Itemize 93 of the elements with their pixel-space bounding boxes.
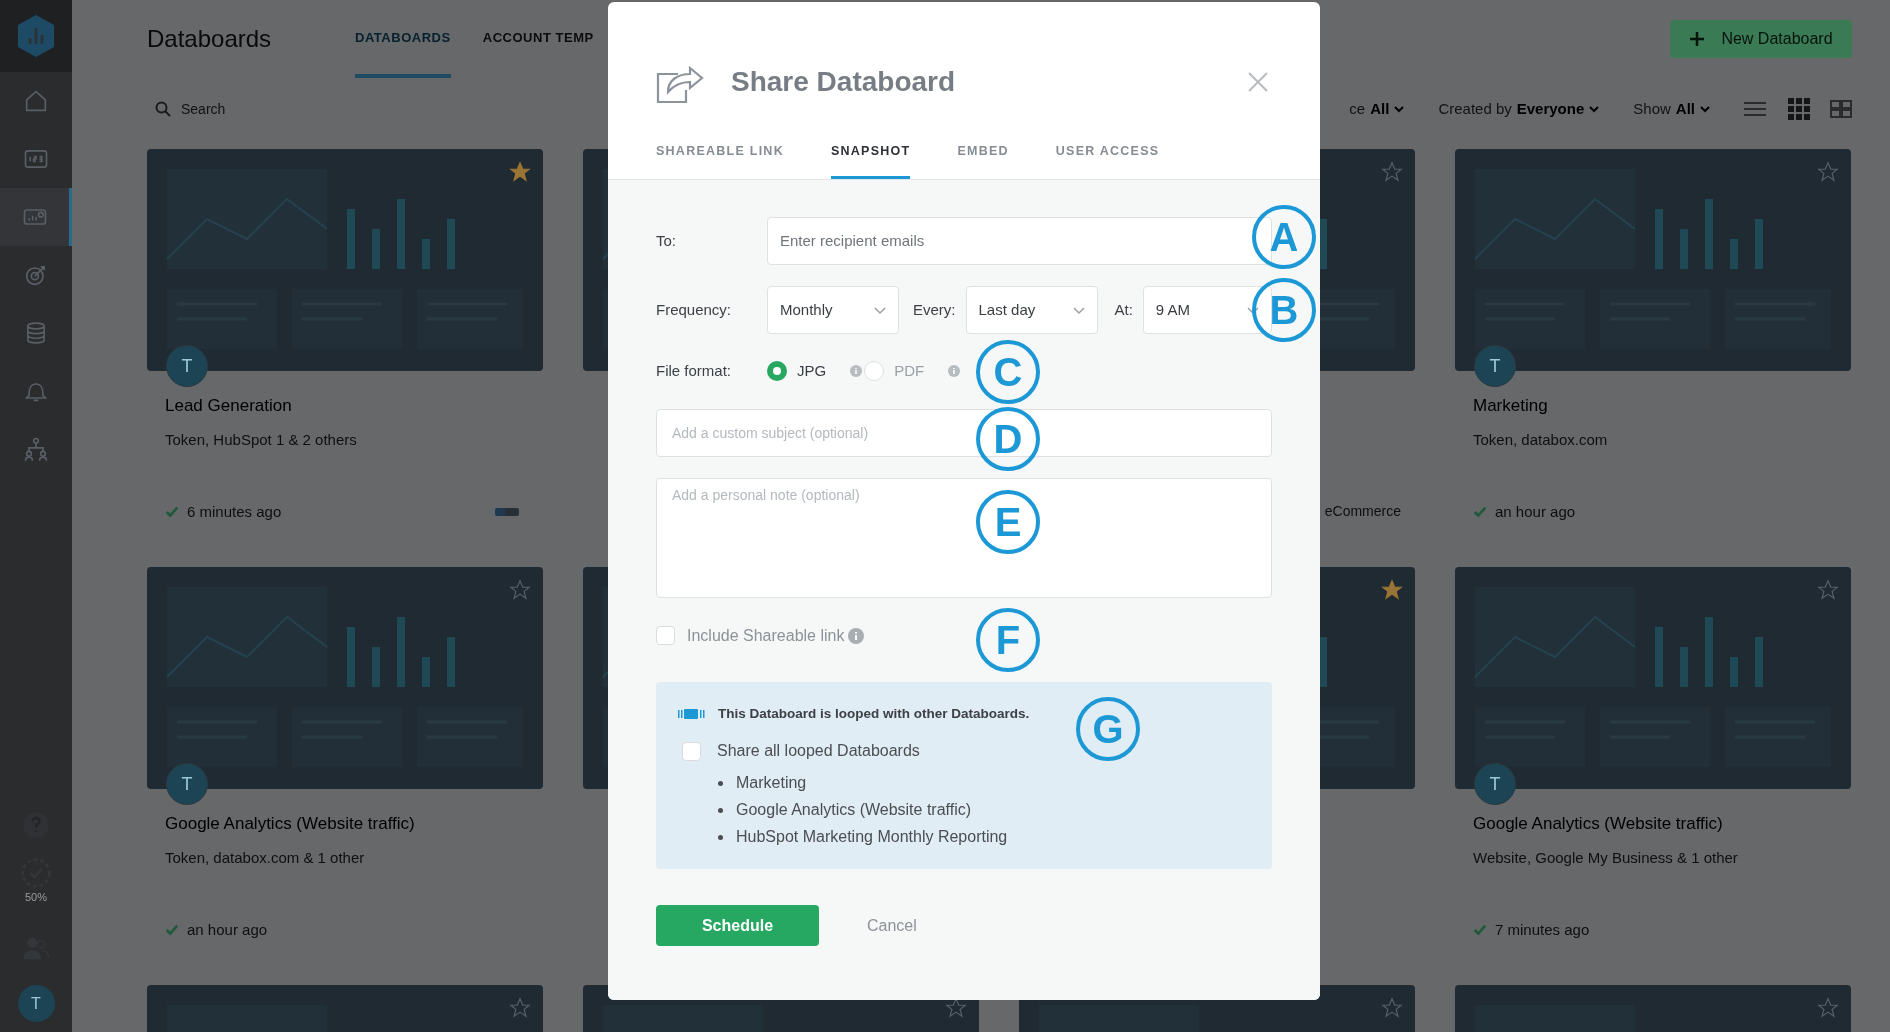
filter-dropdown[interactable]: ce All [1349,97,1405,121]
check-icon [1473,923,1487,938]
cancel-button[interactable]: Cancel [867,913,917,938]
field-label: At: [1114,299,1133,320]
databoard-name: Marketing [736,773,807,793]
checkbox-label[interactable]: Share all looped Databoards [717,739,920,763]
sidebar-item[interactable] [0,188,72,246]
star-filled-icon[interactable] [1381,579,1403,601]
field-label: Frequency: [656,299,733,320]
team-icon [22,435,50,463]
tab[interactable]: DATABOARDS [355,0,451,78]
search-icon [155,101,171,117]
tab[interactable]: ACCOUNT TEMP [482,0,594,78]
owner-avatar: T [1474,763,1516,805]
card-title[interactable]: Marketing [1473,393,1851,419]
owner-avatar: T [166,345,208,387]
field-label: Every: [913,299,956,320]
filter-dropdown[interactable]: Created by Everyone [1438,97,1600,121]
tab[interactable]: SHAREABLE LINK [656,138,784,179]
star-icon[interactable] [1381,997,1403,1019]
check-icon [165,505,179,520]
card-title[interactable]: Google Analytics (Website traffic) [1473,811,1851,837]
annotation-marker: B [1252,278,1316,342]
annotation-marker: F [976,608,1040,672]
progress-label: 50% [25,889,47,905]
field-label: To: [656,230,677,251]
card-subtitle: Token, databox.com & 1 other [165,847,366,868]
check-icon [1473,505,1487,520]
dropdown[interactable]: Last day [965,285,1098,334]
info-icon[interactable] [948,364,961,377]
category-label: eCommerce [1324,502,1401,521]
close-icon[interactable] [1248,72,1268,92]
bullet-icon [718,780,723,786]
updated-time: an hour ago [1495,502,1576,522]
info-icon[interactable] [850,364,863,377]
annotation-marker: C [976,340,1040,404]
card-subtitle: Token, HubSpot 1 & 2 others [165,429,358,450]
bullet-icon [718,807,723,813]
page-title: Databoards [147,24,273,54]
star-icon[interactable] [509,579,531,601]
plus-icon [1689,31,1706,47]
databoard-name: Google Analytics (Website traffic) [736,800,972,820]
annotation-marker: E [976,490,1040,554]
star-icon[interactable] [509,997,531,1019]
loop-icon [678,707,706,720]
radio-button[interactable] [864,360,885,381]
star-filled-icon[interactable] [509,161,531,183]
dropdown[interactable]: 9 AM [1142,285,1272,334]
updated-time: an hour ago [187,920,268,940]
list-view-icon[interactable] [1744,100,1766,118]
card-title[interactable]: Google Analytics (Website traffic) [165,811,543,837]
annotation-marker: A [1252,205,1316,269]
loop-message: This Databoard is looped with other Databoards. [718,704,1030,723]
card-subtitle: Token, databox.com [1473,429,1609,450]
schedule-button[interactable]: Schedule [656,905,819,946]
star-icon[interactable] [945,997,967,1019]
dropdown[interactable]: Monthly [767,285,899,334]
owner-avatar: T [166,763,208,805]
star-icon[interactable] [1817,997,1839,1019]
info-icon[interactable] [848,627,865,644]
user-avatar[interactable]: T [17,985,55,1022]
tab[interactable]: EMBED [957,138,1009,179]
star-icon[interactable] [1381,161,1403,183]
chevron-down-icon [1700,104,1710,114]
checkbox[interactable] [656,626,675,646]
star-icon[interactable] [1817,579,1839,601]
chevron-down-icon [1589,104,1600,114]
checkbox[interactable] [682,741,701,761]
owner-avatar: T [1474,345,1516,387]
grid-view-icon[interactable] [1788,98,1810,120]
check-icon [165,923,179,938]
databoard-name: HubSpot Marketing Monthly Reporting [736,827,1008,847]
checkbox-label[interactable]: Include Shareable link [687,623,845,648]
radio-button[interactable] [767,360,787,381]
search-field[interactable]: Search [181,98,321,120]
dialog-title: Share Databoard [731,65,956,99]
updated-time: 7 minutes ago [1495,920,1590,940]
logo-icon[interactable] [16,14,56,58]
tab[interactable]: USER ACCESS [1055,138,1160,179]
bullet-icon [718,834,723,840]
updated-time: 6 minutes ago [187,502,282,522]
large-grid-view-icon[interactable] [1830,100,1852,118]
radio-label[interactable]: JPG [797,359,827,382]
card-title[interactable]: Lead Generation [165,393,543,419]
radio-label[interactable]: PDF [894,359,925,382]
chevron-down-icon [1394,104,1405,114]
filter-dropdown[interactable]: Show All [1633,97,1710,121]
annotation-marker: D [976,407,1040,471]
star-icon[interactable] [1817,161,1839,183]
field-label: File format: [656,360,732,381]
new-databoard-button[interactable]: New Databoard [1670,20,1852,58]
card-subtitle: Website, Google My Business & 1 other [1473,847,1739,868]
annotation-marker: G [1076,697,1140,761]
